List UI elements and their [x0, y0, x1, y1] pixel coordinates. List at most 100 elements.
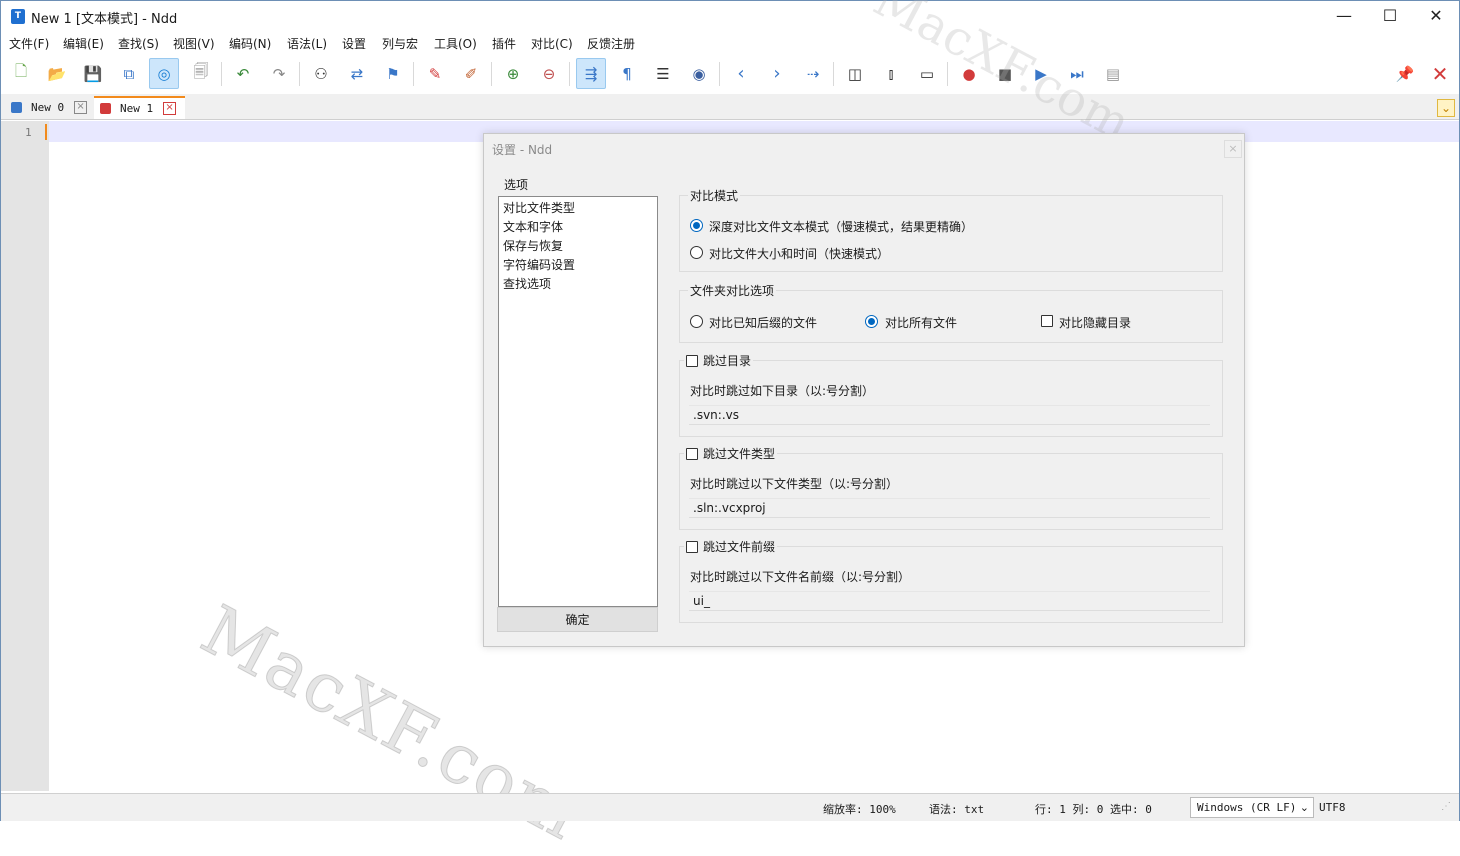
prev-icon[interactable]: ‹	[726, 58, 756, 89]
close-red-icon[interactable]: ✕	[1425, 58, 1455, 89]
word-wrap-icon[interactable]: ⇶	[576, 58, 606, 89]
toolbar-separator	[833, 62, 834, 86]
encoding-status: UTF8	[1319, 801, 1346, 814]
fast-compare-radio[interactable]	[690, 246, 703, 259]
menu-tools[interactable]: 工具(O)	[434, 35, 477, 52]
all-files-label[interactable]: 对比所有文件	[885, 314, 957, 331]
tab-new-1[interactable]: New 1 ×	[94, 96, 185, 119]
tab-bar: New 0 × New 1 × ⌄	[1, 94, 1459, 120]
skip-prefix-description: 对比时跳过以下文件名前缀（以:号分割）	[690, 570, 911, 584]
menu-plugins[interactable]: 插件	[492, 35, 516, 52]
redo-icon[interactable]: ↷	[264, 58, 294, 89]
macro-run-icon[interactable]: ⏭	[1062, 58, 1092, 89]
deep-compare-label[interactable]: 深度对比文件文本模式（慢速模式，结果更精确）	[709, 218, 973, 235]
skip-prefix-checkbox[interactable]	[686, 540, 698, 553]
macro-stop-icon[interactable]: ■	[990, 58, 1020, 89]
fast-compare-label[interactable]: 对比文件大小和时间（快速模式）	[709, 245, 889, 262]
title-bar: T New 1 [文本模式] - Ndd — ☐ ✕	[1, 1, 1459, 32]
indent-guide-icon[interactable]: ☰	[648, 58, 678, 89]
option-item[interactable]: 保存与恢复	[503, 237, 563, 254]
clear-mark-icon[interactable]: ✐	[456, 58, 486, 89]
menu-file[interactable]: 文件(F)	[9, 35, 49, 52]
menu-edit[interactable]: 编辑(E)	[63, 35, 104, 52]
cursor-position-status: 行: 1 列: 0 选中: 0	[1035, 803, 1152, 816]
menu-compare[interactable]: 对比(C)	[531, 35, 573, 52]
open-file-icon[interactable]: 📂	[42, 58, 72, 89]
menu-column-macro[interactable]: 列与宏	[382, 35, 418, 52]
option-item[interactable]: 文本和字体	[503, 218, 563, 235]
menu-view[interactable]: 视图(V)	[173, 35, 215, 52]
known-ext-radio[interactable]	[690, 315, 703, 328]
skip-prefix-input[interactable]: ui_	[689, 591, 1210, 611]
dialog-close-button[interactable]: ×	[1224, 140, 1242, 158]
ok-button[interactable]: 确定	[497, 607, 658, 632]
known-ext-label[interactable]: 对比已知后缀的文件	[709, 314, 817, 331]
replace-icon[interactable]: ⇄	[342, 58, 372, 89]
toolbar-separator	[947, 62, 948, 86]
document-icon	[11, 102, 22, 113]
skip-types-description: 对比时跳过以下文件类型（以:号分割）	[690, 477, 899, 491]
mark-icon[interactable]: ✎	[420, 58, 450, 89]
option-item[interactable]: 对比文件类型	[503, 199, 575, 216]
text-caret	[45, 124, 47, 140]
hidden-dirs-label[interactable]: 对比隐藏目录	[1059, 314, 1131, 331]
skip-types-label[interactable]: 跳过文件类型	[703, 445, 775, 462]
tab-close-icon[interactable]: ×	[163, 102, 177, 115]
find-icon[interactable]: ⚇	[306, 58, 336, 89]
close-window-button[interactable]: ✕	[1413, 1, 1459, 32]
menu-search[interactable]: 查找(S)	[118, 35, 159, 52]
save-all-icon[interactable]: ⧉	[114, 58, 144, 89]
close-file-icon[interactable]: 🗐	[186, 58, 216, 89]
next-icon[interactable]: ›	[762, 58, 792, 89]
tab-close-icon[interactable]: ×	[74, 101, 88, 114]
new-file-icon[interactable]: 🗋	[6, 58, 36, 89]
tab-new-0[interactable]: New 0 ×	[5, 96, 91, 119]
skip-dirs-header: 跳过目录	[684, 352, 754, 369]
macro-record-icon[interactable]: ●	[954, 58, 984, 89]
maximize-button[interactable]: ☐	[1367, 1, 1413, 32]
all-files-radio[interactable]	[865, 315, 878, 328]
menu-settings[interactable]: 设置	[342, 35, 366, 52]
skip-dirs-checkbox[interactable]	[686, 354, 698, 367]
hidden-dirs-checkbox[interactable]	[1041, 315, 1053, 327]
macro-play-icon[interactable]: ▶	[1026, 58, 1056, 89]
compare-mode-icon[interactable]: ◎	[149, 58, 179, 89]
eol-value: Windows (CR LF)	[1197, 801, 1297, 814]
split-icon[interactable]: ◫	[840, 58, 870, 89]
save-icon[interactable]: 💾	[78, 58, 108, 89]
macro-save-icon[interactable]: ▤	[1098, 58, 1128, 89]
pin-icon[interactable]: 📌	[1390, 58, 1420, 89]
undo-icon[interactable]: ↶	[228, 58, 258, 89]
minimize-button[interactable]: —	[1321, 1, 1367, 32]
toolbar-separator	[569, 62, 570, 86]
vsplit-icon[interactable]: ⫾	[876, 58, 906, 89]
bookmark-icon[interactable]: ⚑	[378, 58, 408, 89]
goto-icon[interactable]: ⇢	[798, 58, 828, 89]
record-icon[interactable]: ◉	[684, 58, 714, 89]
show-symbols-icon[interactable]: ¶	[612, 58, 642, 89]
zoom-out-icon[interactable]: ⊖	[534, 58, 564, 89]
option-item[interactable]: 查找选项	[503, 275, 551, 292]
menu-language[interactable]: 语法(L)	[287, 35, 327, 52]
folder-compare-label: 文件夹对比选项	[688, 282, 777, 299]
toolbar-separator	[221, 62, 222, 86]
toolbar-separator	[719, 62, 720, 86]
zoom-in-icon[interactable]: ⊕	[498, 58, 528, 89]
monitor-icon[interactable]: ▭	[912, 58, 942, 89]
eol-select[interactable]: Windows (CR LF) ⌄	[1190, 797, 1314, 818]
option-item[interactable]: 字符编码设置	[503, 256, 575, 273]
resize-grip-icon[interactable]: ⋰	[1441, 801, 1451, 812]
toolbar-separator	[299, 62, 300, 86]
skip-types-input[interactable]: .sln:.vcxproj	[689, 498, 1210, 518]
menu-feedback[interactable]: 反馈注册	[587, 35, 635, 52]
skip-types-checkbox[interactable]	[686, 447, 698, 460]
tab-list-chevron-icon[interactable]: ⌄	[1437, 99, 1455, 117]
deep-compare-radio[interactable]	[690, 219, 703, 232]
menu-bar: 文件(F) 编辑(E) 查找(S) 视图(V) 编码(N) 语法(L) 设置 列…	[1, 32, 1459, 54]
skip-prefix-label[interactable]: 跳过文件前缀	[703, 538, 775, 555]
menu-encoding[interactable]: 编码(N)	[229, 35, 271, 52]
skip-dirs-input[interactable]: .svn:.vs	[689, 405, 1210, 425]
settings-dialog: 设置 - Ndd × 选项 对比文件类型 文本和字体 保存与恢复 字符编码设置 …	[483, 133, 1245, 647]
compare-mode-label: 对比模式	[688, 187, 741, 204]
skip-dirs-label[interactable]: 跳过目录	[703, 352, 751, 369]
